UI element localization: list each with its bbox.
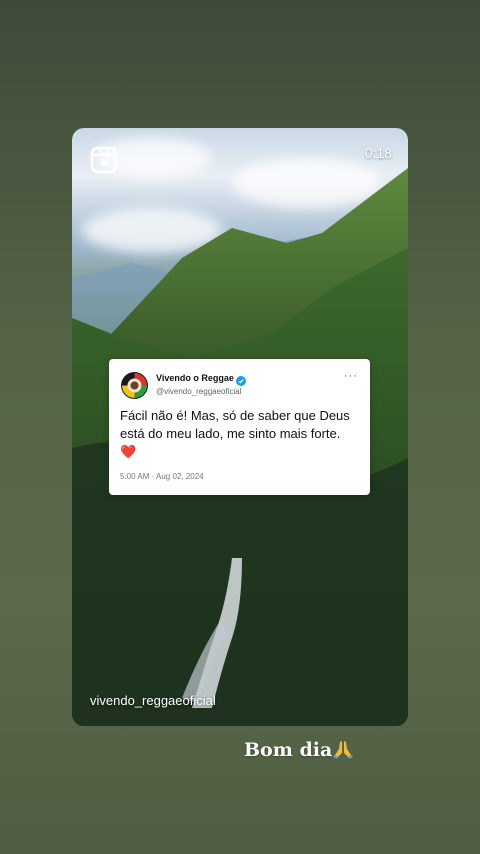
story-caption: Bom dia (244, 738, 354, 761)
video-duration: 0:18 (364, 145, 392, 161)
avatar[interactable] (121, 372, 148, 399)
heart-emoji-icon: ❤️ (120, 444, 137, 459)
tweet-display-name[interactable]: Vivendo o Reggae (156, 373, 234, 383)
reels-icon (90, 146, 118, 174)
reel-username[interactable]: vivendo_reggaeoficial (90, 693, 216, 708)
more-horizontal-icon[interactable]: ··· (344, 370, 358, 382)
tweet-body: Fácil não é! Mas, só de saber que Deus e… (120, 408, 350, 441)
tweet-text: Fácil não é! Mas, só de saber que Deus e… (120, 407, 360, 461)
tweet-card: Vivendo o Reggae @vivendo_reggaeoficial … (109, 359, 370, 495)
waterfall (182, 558, 242, 708)
tweet-timestamp: 5:00 AM · Aug 02, 2024 (120, 472, 204, 481)
praying-hands-icon (332, 738, 354, 760)
caption-text: Bom dia (244, 739, 333, 761)
verified-badge-icon (236, 373, 246, 386)
tweet-handle[interactable]: @vivendo_reggaeoficial (156, 387, 242, 396)
